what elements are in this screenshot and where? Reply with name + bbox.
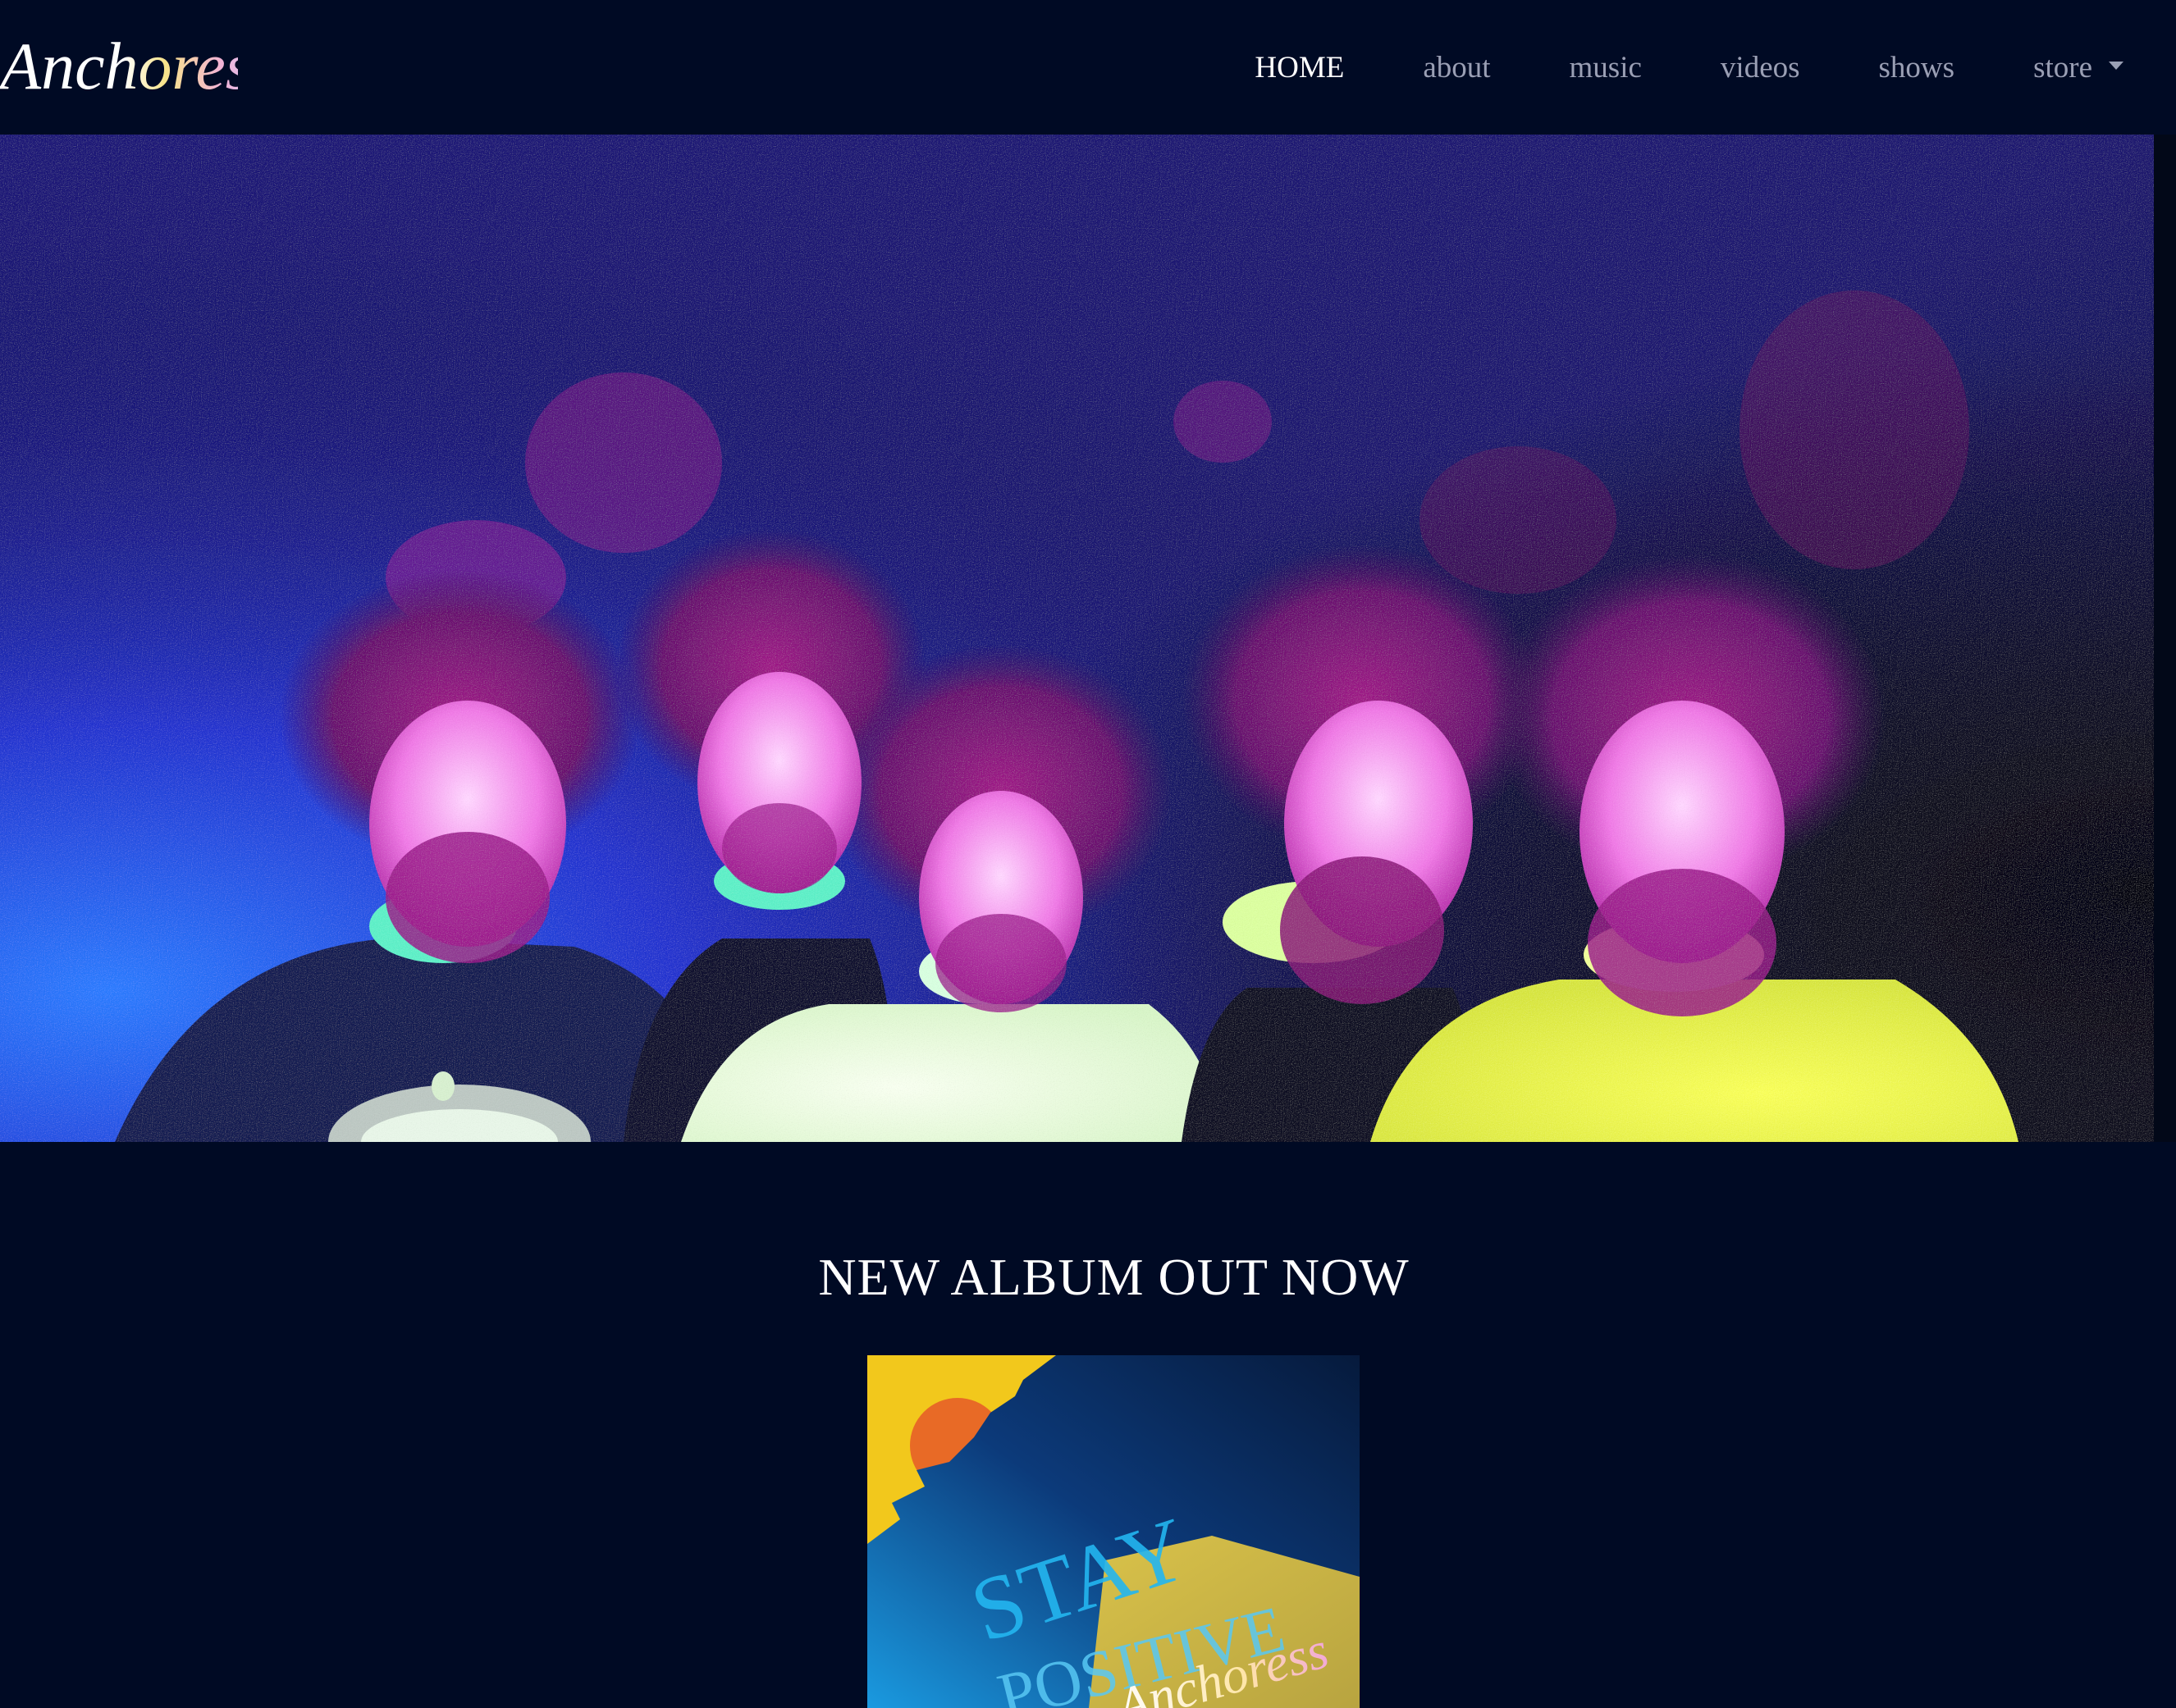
page: Anchoress HOME about music videos shows … <box>0 0 2176 1708</box>
nav-videos-label: videos <box>1720 50 1800 84</box>
nav-videos[interactable]: videos <box>1721 50 1800 85</box>
caret-down-icon <box>2109 62 2123 70</box>
nav-store-dropdown[interactable]: store <box>2033 50 2123 85</box>
nav-music[interactable]: music <box>1570 50 1642 85</box>
main-nav: HOME about music videos shows store <box>1176 0 2123 135</box>
logo-text: Anchoress <box>0 29 238 103</box>
album-art: STAY POSITIVE Anchoress <box>867 1355 1360 1708</box>
nav-about[interactable]: about <box>1423 50 1490 85</box>
feature-heading: NEW ALBUM OUT NOW <box>818 1248 1410 1306</box>
nav-shows-label: shows <box>1878 50 1955 84</box>
nav-music-label: music <box>1569 50 1642 84</box>
band-photo-image <box>0 135 2154 1142</box>
nav-home-label: HOME <box>1255 50 1345 84</box>
scrollbar-track[interactable] <box>2154 135 2176 1142</box>
logo-icon: Anchoress <box>0 29 238 103</box>
nav-about-label: about <box>1423 50 1491 84</box>
nav-shows[interactable]: shows <box>1879 50 1955 85</box>
album-cover-image[interactable]: STAY POSITIVE Anchoress <box>867 1355 1360 1708</box>
nav-home[interactable]: HOME <box>1255 50 1344 85</box>
navbar: Anchoress HOME about music videos shows … <box>0 0 2176 135</box>
nav-store-label: store <box>2033 50 2092 84</box>
hero-band-photo <box>0 135 2154 1142</box>
brand-logo[interactable]: Anchoress <box>0 25 238 107</box>
